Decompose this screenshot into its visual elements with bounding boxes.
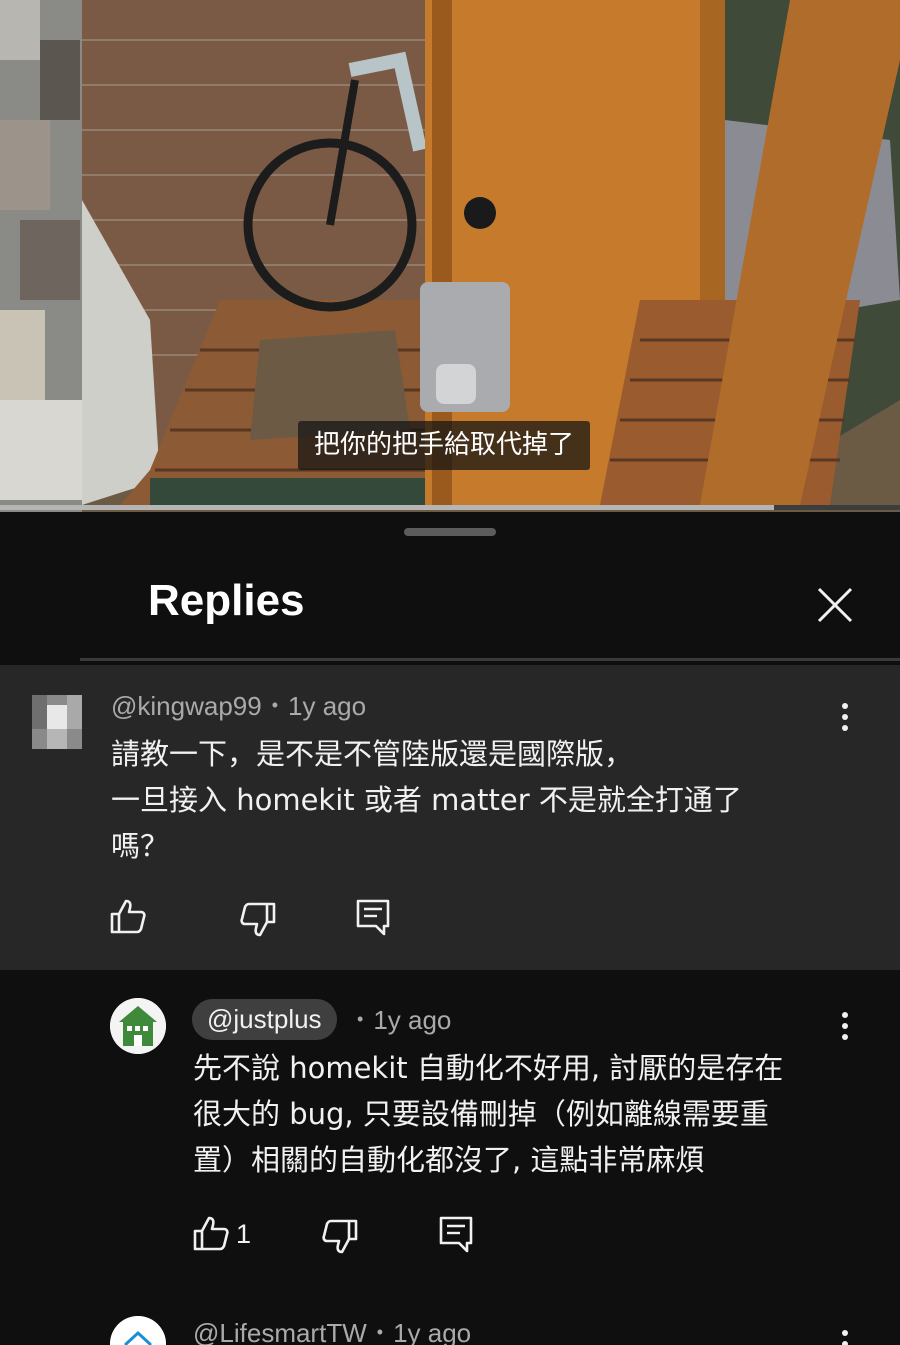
reply-meta: @LifesmartTW • 1y ago bbox=[193, 1318, 471, 1345]
comment-text: 請教一下，是不是不管陸版還是國際版， 一旦接入 homekit 或者 matte… bbox=[111, 731, 742, 869]
reply-button[interactable] bbox=[353, 897, 393, 937]
video-player[interactable]: 把你的把手給取代掉了 bbox=[0, 0, 900, 512]
comment-meta: @kingwap99 • 1y ago bbox=[111, 691, 366, 722]
reply-meta: • 1y ago bbox=[357, 1005, 451, 1036]
more-options-button[interactable] bbox=[835, 1012, 855, 1052]
thumbs-down-icon bbox=[322, 1219, 358, 1254]
video-subtitle: 把你的把手給取代掉了 bbox=[298, 421, 591, 470]
reply-icon bbox=[356, 899, 390, 936]
reply-age: 1y ago bbox=[393, 1318, 472, 1345]
like-count: 1 bbox=[236, 1219, 252, 1249]
video-progress-fill bbox=[0, 505, 774, 510]
reply-text: 先不說 homekit 自動化不好用, 討厭的是存在 很大的 bug, 只要設備… bbox=[193, 1045, 783, 1183]
drag-handle[interactable] bbox=[404, 528, 496, 536]
sheet-title: Replies bbox=[148, 576, 305, 625]
sheet-divider bbox=[80, 658, 900, 661]
comment-line: 嗎？ bbox=[111, 829, 170, 863]
parent-comment: @kingwap99 • 1y ago 請教一下，是不是不管陸版還是國際版， 一旦接… bbox=[0, 665, 900, 970]
dislike-button[interactable] bbox=[238, 899, 278, 939]
meta-separator: • bbox=[376, 1322, 384, 1342]
comment-age: 1y ago bbox=[288, 691, 367, 721]
comment-handle[interactable]: @kingwap99 bbox=[111, 691, 262, 721]
dislike-button[interactable] bbox=[320, 1216, 360, 1256]
reply-icon bbox=[439, 1216, 473, 1253]
video-progress-bar[interactable] bbox=[0, 505, 900, 510]
reply-line: 很大的 bug, 只要設備刪掉（例如離線需要重 bbox=[193, 1097, 769, 1131]
house-logo-icon bbox=[110, 998, 166, 1054]
meta-separator: • bbox=[271, 695, 279, 715]
thumbs-up-icon bbox=[193, 1216, 229, 1251]
avatar[interactable] bbox=[32, 695, 82, 749]
like-button[interactable] bbox=[108, 897, 148, 937]
comment-line: 一旦接入 homekit 或者 matter 不是就全打通了 bbox=[111, 783, 742, 817]
thumbs-down-icon bbox=[240, 902, 276, 937]
reply-handle-chip[interactable]: @justplus bbox=[192, 999, 337, 1040]
thumbs-up-icon bbox=[110, 899, 146, 934]
comment-line: 請教一下，是不是不管陸版還是國際版， bbox=[111, 737, 634, 771]
reply-handle[interactable]: @LifesmartTW bbox=[193, 1318, 367, 1345]
reply-line: 置）相關的自動化都沒了, 這點非常麻煩 bbox=[193, 1143, 705, 1177]
close-icon bbox=[817, 587, 853, 623]
like-button[interactable] bbox=[191, 1214, 231, 1254]
close-button[interactable] bbox=[812, 582, 858, 628]
avatar[interactable] bbox=[110, 998, 166, 1054]
meta-separator: • bbox=[357, 1009, 364, 1029]
reply-age: 1y ago bbox=[373, 1005, 452, 1035]
more-options-button[interactable] bbox=[835, 1330, 855, 1345]
reply-line: 先不說 homekit 自動化不好用, 討厭的是存在 bbox=[193, 1051, 784, 1085]
reply-button[interactable] bbox=[436, 1214, 476, 1254]
more-options-button[interactable] bbox=[835, 703, 855, 743]
